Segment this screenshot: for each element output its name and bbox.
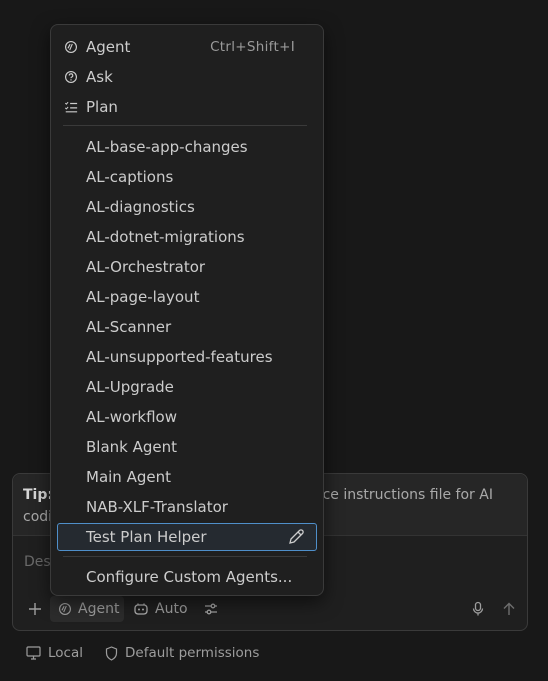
menu-item-label: AL-Scanner <box>86 318 172 336</box>
menu-item-label: AL-Upgrade <box>86 378 174 396</box>
send-button[interactable] <box>499 599 519 619</box>
menu-item-agent-main-agent[interactable]: Main Agent <box>57 464 317 490</box>
menu-item-agent-nab-xlf-translator[interactable]: NAB-XLF-Translator <box>57 494 317 520</box>
menu-item-label: AL-page-layout <box>86 288 200 306</box>
model-picker-label: Auto <box>155 601 188 617</box>
menu-item-label: Blank Agent <box>86 438 178 456</box>
menu-item-label: Plan <box>86 98 118 116</box>
permissions-selector[interactable]: Default permissions <box>105 645 259 661</box>
menu-item-agent-al-diagnostics[interactable]: AL-diagnostics <box>57 194 317 220</box>
menu-item-agent-al-captions[interactable]: AL-captions <box>57 164 317 190</box>
tip-label: Tip: <box>23 487 53 503</box>
menu-item-agent-al-upgrade[interactable]: AL-Upgrade <box>57 374 317 400</box>
tip-text: ace instructions file for AI <box>314 487 493 503</box>
menu-item-agent-al-unsupported-features[interactable]: AL-unsupported-features <box>57 344 317 370</box>
add-context-button[interactable] <box>25 599 45 619</box>
agent-icon <box>58 602 72 616</box>
configure-tools-button[interactable] <box>201 599 221 619</box>
menu-item-label: AL-dotnet-migrations <box>86 228 245 246</box>
menu-item-agent-al-base-app-changes[interactable]: AL-base-app-changes <box>57 134 317 160</box>
plan-icon <box>63 99 79 115</box>
menu-item-agent-al-workflow[interactable]: AL-workflow <box>57 404 317 430</box>
menu-item-agent-blank-agent[interactable]: Blank Agent <box>57 434 317 460</box>
microphone-button[interactable] <box>468 599 488 619</box>
agent-mode-menu: Agent Ctrl+Shift+I Ask Plan AL-base-app-… <box>50 24 324 596</box>
menu-separator <box>63 556 307 557</box>
menu-item-agent-al-page-layout[interactable]: AL-page-layout <box>57 284 317 310</box>
menu-item-label: AL-unsupported-features <box>86 348 273 366</box>
menu-item-agent-al-orchestrator[interactable]: AL-Orchestrator <box>57 254 317 280</box>
permissions-label: Default permissions <box>125 645 260 661</box>
model-picker-button[interactable]: Auto <box>133 596 188 622</box>
menu-item-label: AL-base-app-changes <box>86 138 248 156</box>
menu-item-configure-custom-agents[interactable]: Configure Custom Agents... <box>57 564 317 590</box>
ask-icon <box>63 69 79 85</box>
menu-separator <box>63 125 307 126</box>
location-label: Local <box>48 645 83 661</box>
menu-item-agent-al-dotnet-migrations[interactable]: AL-dotnet-migrations <box>57 224 317 250</box>
chat-input[interactable]: Des <box>24 554 51 570</box>
menu-item-label: Test Plan Helper <box>86 528 207 546</box>
copilot-icon <box>133 601 149 617</box>
status-row: Local Default permissions <box>26 643 259 663</box>
microphone-icon <box>472 601 484 616</box>
menu-item-agent-al-scanner[interactable]: AL-Scanner <box>57 314 317 340</box>
menu-item-agent-test-plan-helper[interactable]: Test Plan Helper <box>57 523 317 551</box>
keyboard-shortcut: Ctrl+Shift+I <box>210 39 295 55</box>
arrow-up-icon <box>503 602 515 615</box>
menu-item-label: AL-Orchestrator <box>86 258 206 276</box>
edit-agent-button[interactable] <box>286 527 306 547</box>
menu-item-label: AL-workflow <box>86 408 177 426</box>
menu-item-label: AL-captions <box>86 168 174 186</box>
pencil-icon <box>289 529 304 544</box>
mode-picker-label: Agent <box>78 601 120 617</box>
menu-item-ask[interactable]: Ask <box>57 64 317 90</box>
plus-icon <box>29 603 41 615</box>
tip-text-continued: codi <box>23 509 53 525</box>
shield-icon <box>105 645 118 661</box>
agent-icon <box>63 39 79 55</box>
location-selector[interactable]: Local <box>26 645 83 661</box>
chat-toolbar: Agent Auto <box>13 594 527 624</box>
menu-item-label: Ask <box>86 68 113 86</box>
menu-item-label: AL-diagnostics <box>86 198 195 216</box>
mode-picker-button[interactable]: Agent <box>50 596 124 622</box>
menu-item-label: Agent <box>86 38 131 56</box>
menu-item-label: NAB-XLF-Translator <box>86 498 228 516</box>
menu-item-label: Configure Custom Agents... <box>86 568 293 586</box>
menu-item-plan[interactable]: Plan <box>57 94 317 120</box>
monitor-icon <box>26 646 41 660</box>
menu-item-agent[interactable]: Agent Ctrl+Shift+I <box>57 34 317 60</box>
menu-item-label: Main Agent <box>86 468 171 486</box>
sliders-icon <box>205 603 217 615</box>
